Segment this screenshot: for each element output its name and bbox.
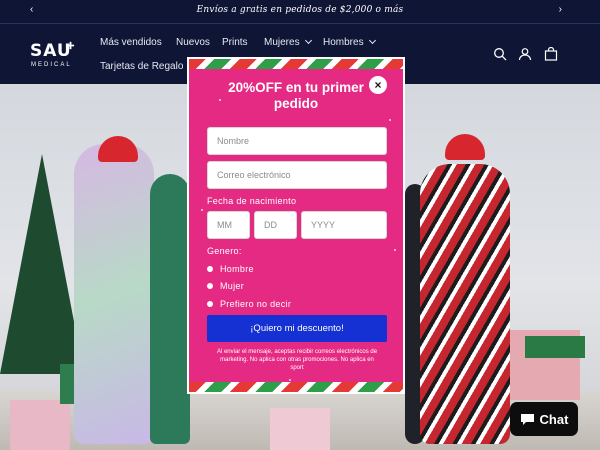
gender-option-label: Prefiero no decir (220, 299, 292, 309)
chevron-right-icon[interactable]: › (559, 4, 562, 15)
gift-box (10, 400, 70, 450)
model-woman (74, 144, 154, 444)
cross-icon (66, 41, 75, 50)
sparkle (201, 209, 203, 211)
chat-bubble-icon (520, 413, 534, 425)
nav-mas-vendidos[interactable]: Más vendidos (100, 37, 162, 48)
gender-option-prefiero-no-decir[interactable]: Prefiero no decir (207, 299, 291, 309)
chevron-down-icon (304, 36, 312, 45)
nav-mujeres-label: Mujeres (264, 37, 300, 48)
email-field[interactable]: Correo electrónico (207, 161, 387, 189)
name-field[interactable]: Nombre (207, 127, 387, 155)
gender-option-hombre[interactable]: Hombre (207, 264, 254, 274)
candy-stripe (189, 59, 403, 69)
gender-label: Genero: (207, 246, 242, 256)
model-man (420, 164, 510, 444)
birthdate-label: Fecha de nacimiento (207, 196, 297, 206)
discount-popup: 20%OFF en tu primer pedido × Nombre Corr… (187, 57, 405, 394)
gender-option-label: Mujer (220, 281, 245, 291)
santa-hat (98, 136, 138, 162)
announcement-text: Envíos a gratis en pedidos de $2,000 o m… (196, 5, 404, 15)
nav-hombres[interactable]: Hombres (323, 36, 376, 48)
gift-box (270, 408, 330, 450)
nav-mujeres[interactable]: Mujeres (264, 36, 312, 48)
announcement-bar: ‹ Envíos a gratis en pedidos de $2,000 o… (0, 0, 600, 23)
gender-option-label: Hombre (220, 264, 254, 274)
nav-nuevos[interactable]: Nuevos (176, 37, 210, 48)
gender-option-mujer[interactable]: Mujer (207, 281, 244, 291)
close-button[interactable]: × (369, 76, 387, 94)
nav-hombres-label: Hombres (323, 37, 364, 48)
radio-icon (207, 283, 213, 289)
christmas-tree (0, 154, 84, 374)
santa-hat (445, 134, 485, 160)
account-icon[interactable] (518, 47, 532, 61)
submit-discount-button[interactable]: ¡Quiero mi descuento! (207, 315, 387, 342)
nav-prints[interactable]: Prints (222, 37, 248, 48)
logo-subtext: MEDICAL (31, 62, 72, 68)
birth-day-field[interactable]: DD (254, 211, 297, 239)
chevron-down-icon (368, 36, 376, 45)
chat-button[interactable]: Chat (510, 402, 578, 436)
gift-box (525, 336, 585, 358)
birth-year-field[interactable]: YYYY (301, 211, 387, 239)
nav-tarjetas-de-regalo[interactable]: Tarjetas de Regalo (100, 61, 183, 72)
model-man (150, 174, 190, 444)
logo[interactable]: SAU MEDICAL (30, 41, 76, 71)
marketing-disclaimer: Al enviar el mensaje, aceptas recibir co… (216, 349, 378, 371)
birth-month-field[interactable]: MM (207, 211, 250, 239)
sparkle (394, 249, 396, 251)
candy-stripe (189, 382, 403, 392)
sparkle (389, 119, 391, 121)
sparkle (289, 379, 291, 381)
search-icon[interactable] (493, 47, 507, 61)
cart-icon[interactable] (544, 47, 558, 61)
chat-label: Chat (539, 411, 569, 427)
popup-title: 20%OFF en tu primer pedido (228, 80, 364, 111)
radio-icon (207, 266, 213, 272)
radio-icon (207, 301, 213, 307)
